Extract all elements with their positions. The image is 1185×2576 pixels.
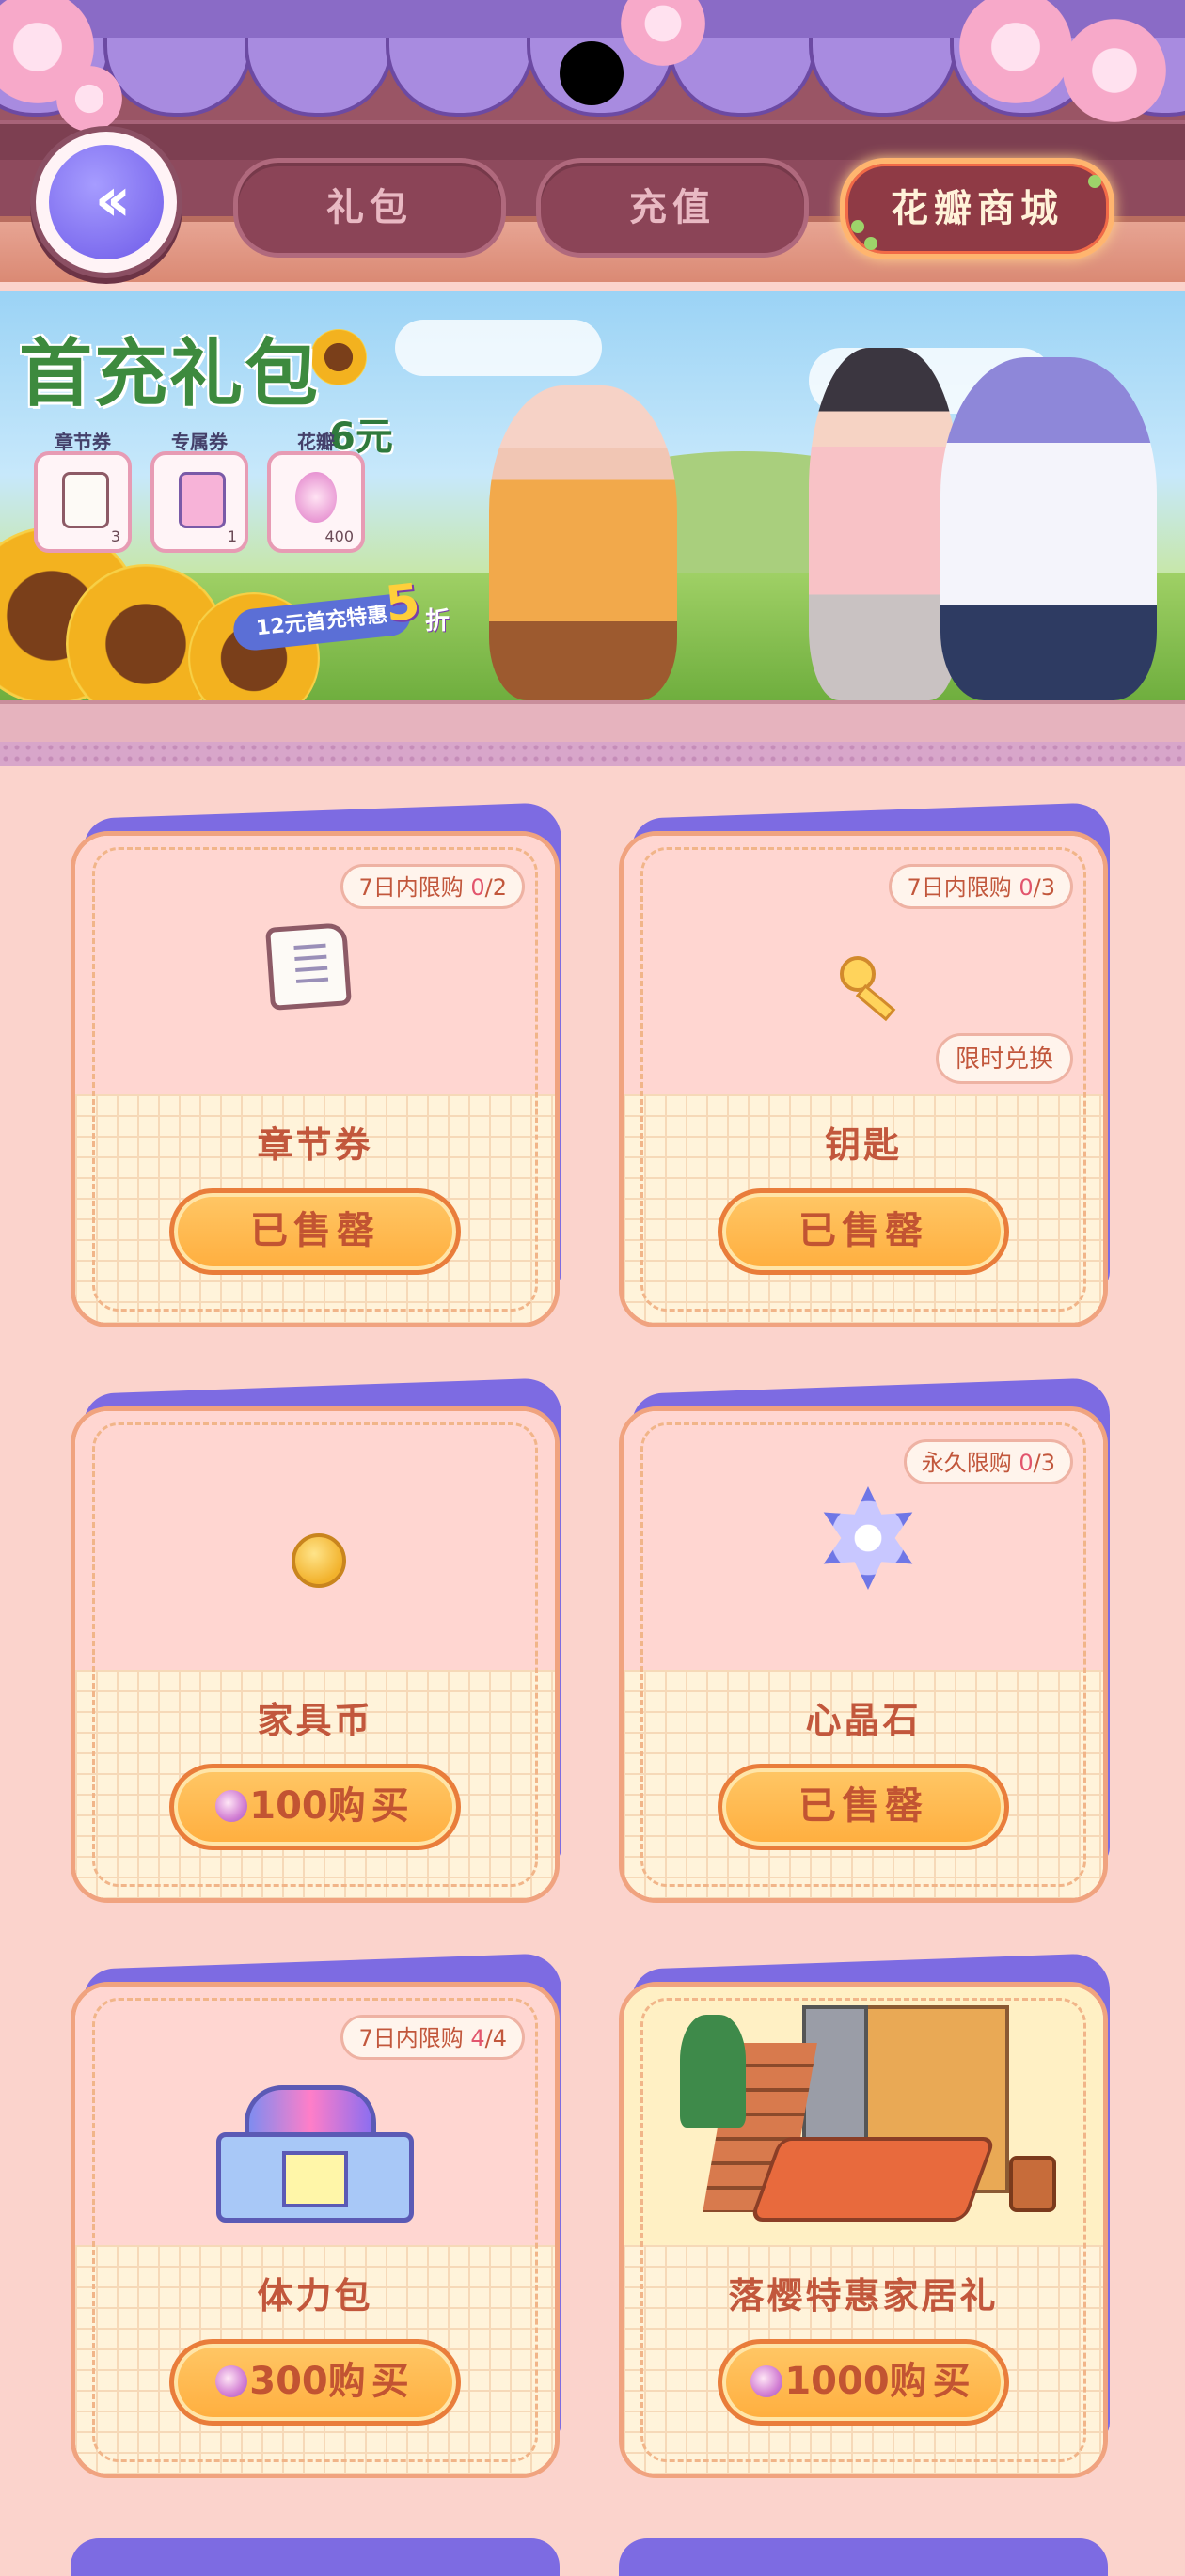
reward-count: 400 [324, 527, 354, 545]
promo-discount: 5 [382, 573, 423, 634]
limit-total: /2 [484, 874, 507, 901]
buy-button[interactable]: 100购买 [169, 1764, 461, 1850]
item-name: 心晶石 [805, 1700, 922, 1741]
limit-count: 0 [470, 874, 485, 901]
sold-out-button[interactable]: 已售罄 [718, 1188, 1009, 1275]
card-body: 家具币 100购买 [71, 1406, 560, 1903]
key-icon [840, 956, 898, 1014]
blossom-decoration [56, 66, 122, 132]
limit-text: 7日内限购 [358, 2025, 471, 2051]
stamina-box-icon [207, 2076, 423, 2226]
shop-item-card: 家具币 100购买 [71, 1377, 561, 1903]
blossom-decoration [1063, 19, 1166, 122]
wood-plank [0, 120, 1185, 162]
next-card-peek [71, 2538, 560, 2576]
limit-count: 4 [470, 2025, 485, 2051]
banner-reward-chapter-ticket: 章节券 3 [34, 431, 132, 553]
back-button[interactable]: ‹‹ [36, 132, 177, 273]
limit-total: /4 [484, 2025, 507, 2051]
roof-scallop [245, 38, 393, 117]
card-body: 7日内限购 0/2 章节券 已售罄 [71, 831, 560, 1327]
cloud [395, 320, 602, 376]
reward-label: 花瓣 [297, 431, 335, 453]
vine-leaf-icon [1088, 175, 1101, 188]
ticket-book-icon [62, 472, 109, 528]
price-label: 100 [249, 1784, 328, 1828]
buy-button[interactable]: 300购买 [169, 2339, 461, 2426]
limit-total: /3 [1033, 1450, 1055, 1476]
divider-pattern [0, 742, 1185, 766]
ticket-book-icon [265, 922, 352, 1011]
item-name: 章节券 [257, 1124, 373, 1166]
camera-cutout [560, 41, 624, 105]
next-card-peek [619, 2538, 1108, 2576]
banner-title: 首充礼包 [19, 331, 321, 416]
sold-out-button[interactable]: 已售罄 [718, 1764, 1009, 1850]
card-body: 7日内限购 0/3 限时兑换 钥匙 已售罄 [619, 831, 1108, 1327]
buy-button[interactable]: 1000购买 [718, 2339, 1009, 2426]
petal-gem-icon [750, 2365, 783, 2397]
banner-frame-bottom [0, 700, 1185, 746]
petal-gem-icon [215, 2365, 248, 2397]
limit-text: 7日内限购 [358, 874, 471, 901]
buy-label: 购买 [327, 1784, 415, 1828]
card-body: 永久限购 0/3 心晶石 已售罄 [619, 1406, 1108, 1903]
shop-item-card: 永久限购 0/3 心晶石 已售罄 [619, 1377, 1110, 1903]
shop-item-card: 7日内限购 4/4 体力包 300购买 [71, 1953, 561, 2478]
tab-petal-shop-label: 花瓣商城 [891, 187, 1064, 230]
reward-label: 章节券 [55, 431, 111, 453]
shop-item-card: 7日内限购 0/3 限时兑换 钥匙 已售罄 [619, 802, 1110, 1327]
reward-count: 3 [110, 527, 120, 545]
tab-recharge[interactable]: 充值 [536, 158, 809, 258]
card-body: 7日内限购 4/4 体力包 300购买 [71, 1982, 560, 2478]
character-illustration [940, 357, 1157, 700]
vine-leaf-icon [851, 220, 864, 233]
purchase-limit-badge: 7日内限购 0/2 [340, 864, 525, 909]
petal-heart-icon [295, 472, 337, 523]
item-name: 家具币 [257, 1700, 373, 1741]
buy-label: 购买 [327, 2360, 415, 2403]
price-label: 300 [249, 2360, 328, 2403]
reward-count: 1 [227, 527, 237, 545]
roof-scallop [103, 38, 252, 117]
limit-text: 永久限购 [921, 1450, 1019, 1476]
tab-petal-shop[interactable]: 花瓣商城 [840, 158, 1114, 259]
limit-total: /3 [1033, 874, 1055, 901]
tab-gift-pack[interactable]: 礼包 [233, 158, 506, 258]
vine-leaf-icon [864, 237, 877, 250]
promo-discount-unit: 折 [425, 607, 450, 636]
double-chevron-left-icon: ‹‹ [94, 165, 132, 235]
limited-exchange-tag: 限时兑换 [935, 1033, 1073, 1084]
reward-label: 专属券 [171, 431, 228, 453]
character-illustration [489, 385, 677, 700]
limit-text: 7日内限购 [907, 874, 1019, 901]
roof-scallop [809, 38, 957, 117]
exclusive-ticket-icon [179, 472, 226, 528]
shop-item-card: 落樱特惠家居礼 1000购买 [619, 1953, 1110, 2478]
roof-scallop [386, 38, 534, 117]
shop-item-card: 7日内限购 0/2 章节券 已售罄 [71, 802, 561, 1327]
item-name: 体力包 [257, 2275, 373, 2317]
petal-gem-icon [215, 1790, 248, 1822]
price-label: 1000 [784, 2360, 890, 2403]
purchase-limit-badge: 7日内限购 0/3 [889, 864, 1073, 909]
card-body: 落樱特惠家居礼 1000购买 [619, 1982, 1108, 2478]
limit-count: 0 [1019, 874, 1034, 901]
sold-out-button[interactable]: 已售罄 [169, 1188, 461, 1275]
purchase-limit-badge: 永久限购 0/3 [903, 1439, 1073, 1484]
furniture-set-icon [642, 2005, 1084, 2240]
limit-count: 0 [1019, 1450, 1034, 1476]
banner-reward-petal: 花瓣 400 [267, 431, 365, 553]
banner-reward-exclusive-ticket: 专属券 1 [150, 431, 248, 553]
character-illustration [809, 348, 959, 700]
buy-label: 购买 [889, 2360, 976, 2403]
item-name: 钥匙 [824, 1124, 902, 1166]
coin-icon [292, 1533, 346, 1588]
purchase-limit-badge: 7日内限购 4/4 [340, 2015, 525, 2060]
item-name: 落樱特惠家居礼 [728, 2275, 999, 2317]
